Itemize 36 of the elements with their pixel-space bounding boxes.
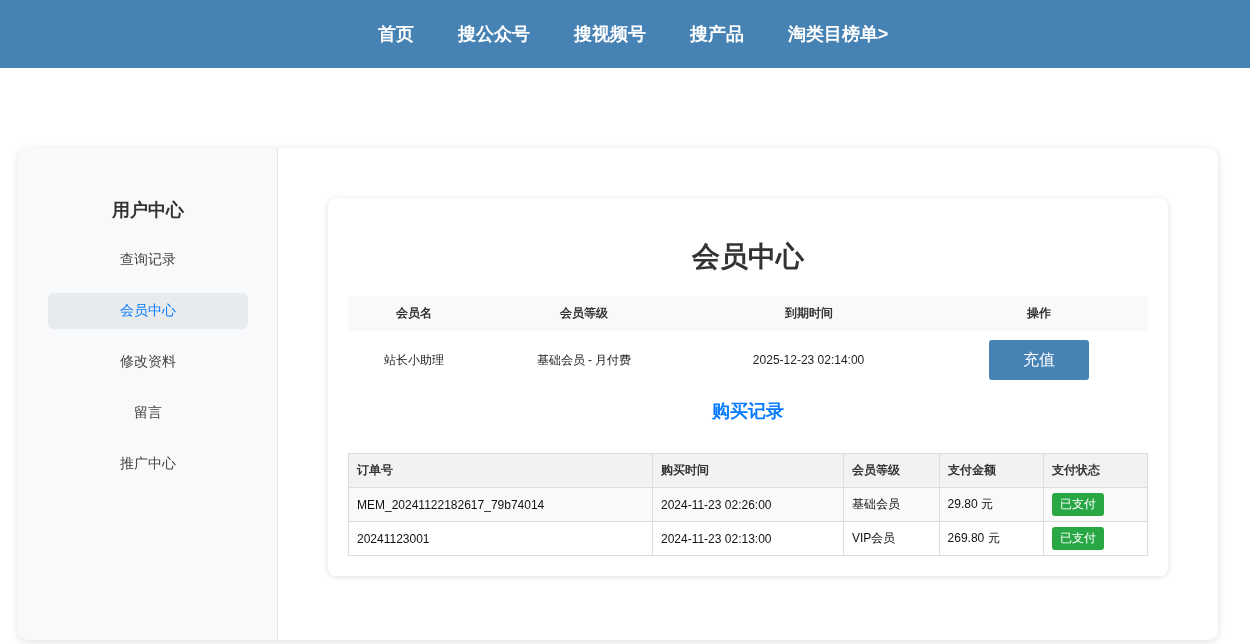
sidebar-item[interactable]: 查询记录 xyxy=(47,242,248,278)
table-cell: 20241123001 xyxy=(348,521,653,556)
nav-link[interactable]: 首页 xyxy=(377,22,414,46)
page-title: 会员中心 xyxy=(691,240,805,274)
nav-link[interactable]: 搜产品 xyxy=(689,22,744,46)
column-header: 购买时间 xyxy=(652,453,844,488)
table-cell: 基础会员 - 月付费 xyxy=(480,331,688,389)
column-header: 支付金额 xyxy=(939,453,1044,488)
column-header: 操作 xyxy=(929,296,1148,331)
sidebar-item[interactable]: 推广中心 xyxy=(47,446,248,482)
table-cell: 269.80 元 xyxy=(939,521,1044,556)
table-cell: 29.80 元 xyxy=(939,487,1044,522)
column-header: 会员名 xyxy=(348,296,481,331)
table-cell: VIP会员 xyxy=(843,521,940,556)
table-cell: 2025-12-23 02:14:00 xyxy=(687,331,930,389)
sidebar-item[interactable]: 会员中心 xyxy=(47,293,248,329)
table-cell: 2024-11-23 02:26:00 xyxy=(652,487,844,522)
table-cell: 2024-11-23 02:13:00 xyxy=(652,521,844,556)
column-header: 订单号 xyxy=(348,453,653,488)
nav-link[interactable]: 淘类目榜单> xyxy=(787,22,889,46)
column-header: 支付状态 xyxy=(1043,453,1148,488)
status-badge: 已支付 xyxy=(1051,493,1104,516)
status-badge: 已支付 xyxy=(1051,527,1104,550)
table-cell: 站长小助理 xyxy=(348,331,481,389)
column-header: 会员等级 xyxy=(843,453,940,488)
nav-link[interactable]: 搜视频号 xyxy=(573,22,646,46)
sidebar-item[interactable]: 修改资料 xyxy=(47,344,248,380)
sidebar-item[interactable]: 留言 xyxy=(47,395,248,431)
column-header: 到期时间 xyxy=(687,296,930,331)
recharge-button[interactable]: 充值 xyxy=(988,340,1089,380)
column-header: 会员等级 xyxy=(480,296,688,331)
section-title: 购买记录 xyxy=(711,400,785,423)
table-cell: MEM_20241122182617_79b74014 xyxy=(348,487,653,522)
nav-link[interactable]: 搜公众号 xyxy=(457,22,530,46)
sidebar-title: 用户中心 xyxy=(111,199,184,222)
table-cell: 基础会员 xyxy=(843,487,940,522)
